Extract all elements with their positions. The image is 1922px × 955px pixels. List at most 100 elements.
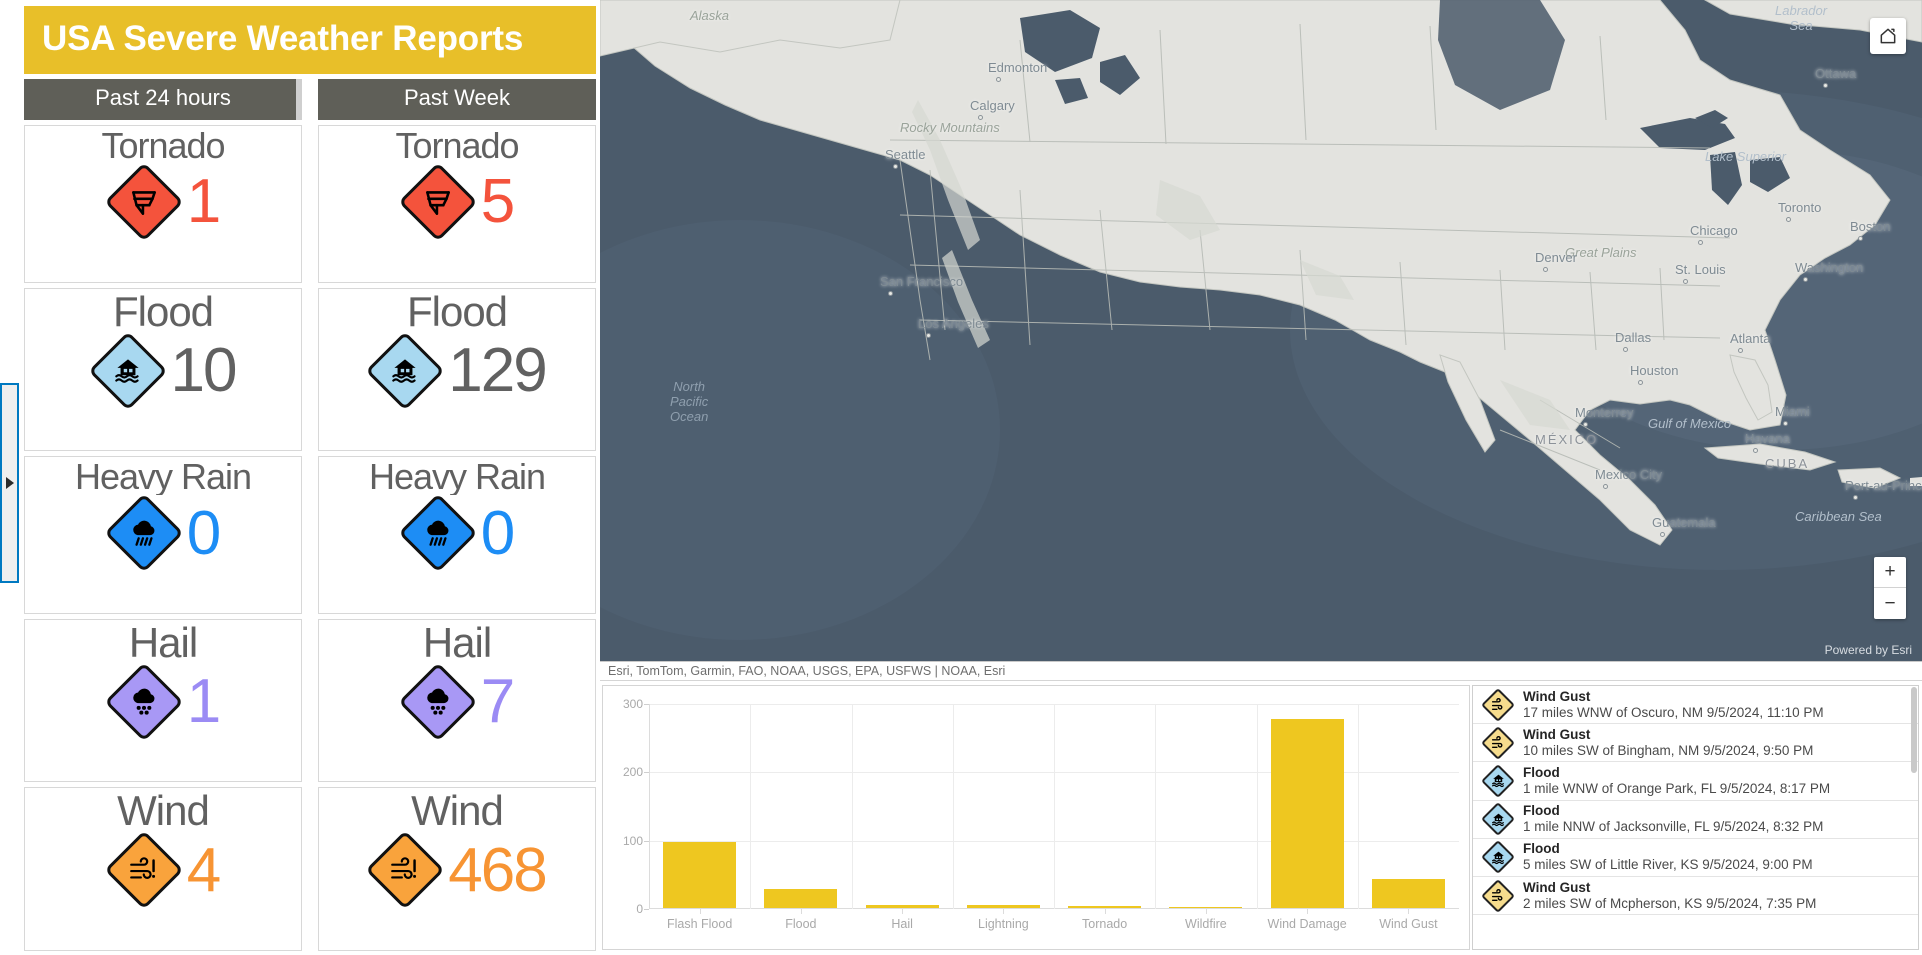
stat-card-value: 468 — [448, 835, 547, 905]
chart-gridline-vertical — [1357, 704, 1359, 909]
tab-past-24-hours[interactable]: Past 24 hours — [24, 79, 302, 120]
map-city-dot — [1786, 217, 1791, 222]
chart-bar[interactable] — [1371, 879, 1445, 908]
chart-x-tick-label: Wind Damage — [1267, 917, 1347, 931]
chart-y-tick-label: 200 — [622, 765, 643, 780]
map-city-dot — [1738, 348, 1743, 353]
stat-card-label: Tornado — [395, 128, 519, 164]
list-item-text: Wind Gust 2 miles SW of Mcpherson, KS 9/5… — [1523, 880, 1816, 912]
stat-card[interactable]: Hail 7 — [318, 618, 596, 783]
stat-card-value: 5 — [480, 167, 516, 237]
stat-card-label: Flood — [112, 290, 214, 333]
map-city-dot — [1698, 240, 1703, 245]
list-item-detail: 1 mile NNW of Jacksonville, FL 9/5/2024,… — [1523, 819, 1824, 835]
list-item-title: Wind Gust — [1523, 726, 1591, 742]
map-zoom-controls: + − — [1874, 557, 1906, 619]
stat-card[interactable]: Flood 129 — [318, 287, 596, 452]
map-column: Alaska Labrador Sea Edmonton Calgary Rocky Mo… — [600, 0, 1922, 955]
chart-gridline-vertical — [952, 704, 954, 909]
stat-card-value: 10 — [170, 336, 238, 406]
list-item-text: Wind Gust 17 miles WNW of Oscuro, NM 9/5/… — [1523, 689, 1824, 721]
chart-bar[interactable] — [865, 904, 939, 908]
stat-card-label: Flood — [406, 290, 508, 333]
chart-x-tick-label: Wildfire — [1185, 917, 1227, 931]
map-view[interactable]: Alaska Labrador Sea Edmonton Calgary Rocky Mo… — [600, 0, 1922, 662]
stat-card[interactable]: Tornado 5 — [318, 125, 596, 283]
list-item-text: Wind Gust 10 miles SW of Bingham, NM 9/5/… — [1523, 727, 1813, 759]
chart-bar[interactable] — [764, 888, 838, 908]
map-city-dot — [1853, 495, 1858, 500]
home-icon[interactable] — [1870, 18, 1906, 54]
stat-card[interactable]: Heavy Rain 0 — [318, 456, 596, 614]
stat-card-label: Tornado — [101, 128, 225, 164]
chart-x-tick-mark — [1408, 909, 1410, 914]
time-range-tabs: Past 24 hours Past Week — [24, 79, 596, 120]
map-city-dot — [1638, 380, 1643, 385]
stat-card-label: Heavy Rain — [368, 459, 546, 496]
chart-gridline-vertical — [851, 704, 853, 909]
stat-card-row: 1 — [104, 162, 221, 242]
chart-x-tick-mark — [1205, 909, 1207, 914]
map-basemap — [600, 0, 1922, 661]
panel-collapse-toggle[interactable] — [0, 383, 19, 583]
chevron-right-icon — [5, 477, 14, 489]
chart-bar[interactable] — [1270, 719, 1344, 908]
list-item-detail: 17 miles WNW of Oscuro, NM 9/5/2024, 11:… — [1523, 704, 1824, 720]
list-item[interactable]: Wind Gust 10 miles SW of Bingham, NM 9/5/… — [1473, 724, 1918, 763]
chart-bar[interactable] — [663, 841, 737, 908]
map-city-dot — [1660, 532, 1665, 537]
chart-gridline-vertical — [750, 704, 752, 909]
chart-y-tick-label: 0 — [636, 902, 643, 916]
list-item[interactable]: Flood 1 mile WNW of Orange Park, FL 9/5/2… — [1473, 762, 1918, 801]
stat-card-label: Heavy Rain — [74, 459, 252, 496]
wind-gust-icon — [1481, 687, 1515, 722]
chart-bar[interactable] — [966, 905, 1040, 908]
zoom-out-button[interactable]: − — [1874, 588, 1906, 619]
tornado-icon — [104, 162, 184, 242]
map-city-dot — [1583, 422, 1588, 427]
list-item[interactable]: Wind Gust 2 miles SW of Mcpherson, KS 9/5… — [1473, 877, 1918, 916]
heavy-rain-icon — [104, 493, 184, 573]
reports-bar-chart[interactable]: 0 100 200 300 Flash Flood Flood Hail Lightning T… — [602, 685, 1470, 950]
stat-card[interactable]: Flood 10 — [24, 287, 302, 452]
list-item-title: Wind Gust — [1523, 879, 1591, 895]
map-city-dot — [1543, 267, 1548, 272]
map-attribution: Esri, TomTom, Garmin, FAO, NOAA, USGS, E… — [600, 662, 1922, 681]
chart-bar[interactable] — [1068, 905, 1142, 908]
map-city-dot — [978, 115, 983, 120]
stat-card[interactable]: Heavy Rain 0 — [24, 456, 302, 614]
list-item-title: Flood — [1523, 841, 1560, 857]
tab-past-week[interactable]: Past Week — [318, 79, 596, 120]
list-item[interactable]: Flood 5 miles SW of Little River, KS 9/5/… — [1473, 839, 1918, 877]
map-city-dot — [1823, 83, 1828, 88]
stat-card[interactable]: Wind 4 — [24, 787, 302, 951]
reports-list[interactable]: Wind Gust 17 miles WNW of Oscuro, NM 9/5/… — [1472, 685, 1919, 950]
dashboard-root: USA Severe Weather Reports Past 24 hours… — [0, 0, 1922, 955]
wind-gust-icon — [1481, 878, 1515, 913]
zoom-in-button[interactable]: + — [1874, 557, 1906, 588]
list-item-detail: 5 miles SW of Little River, KS 9/5/2024,… — [1523, 857, 1813, 873]
chart-x-tick-mark — [1104, 909, 1106, 914]
stat-card[interactable]: Hail 1 — [24, 618, 302, 783]
stat-card[interactable]: Wind 468 — [318, 787, 596, 951]
stat-card-grid: Tornado 1 Tornado 5 Flood 10 Flood 129 Heavy Rai… — [24, 125, 596, 951]
stat-card-label: Wind — [117, 790, 210, 833]
list-item[interactable]: Wind Gust 17 miles WNW of Oscuro, NM 9/5/… — [1473, 686, 1918, 725]
stat-card-row: 468 — [365, 830, 548, 910]
list-scrollbar-thumb[interactable] — [1911, 687, 1917, 773]
stat-card-value: 4 — [186, 835, 222, 905]
list-item[interactable]: Flood 1 mile NNW of Jacksonville, FL 9/5/… — [1473, 801, 1918, 839]
flood-icon — [1481, 802, 1515, 837]
chart-plot-area: 0 100 200 300 Flash Flood Flood Hail Lightning T… — [623, 697, 1459, 931]
stat-card-row: 129 — [365, 330, 548, 411]
map-city-dot — [1783, 421, 1788, 426]
chart-y-tick-label: 300 — [622, 697, 643, 711]
stat-card-row: 4 — [104, 830, 222, 910]
chart-gridline-vertical — [1054, 704, 1055, 909]
list-item-detail: 10 miles SW of Bingham, NM 9/5/2024, 9:5… — [1523, 742, 1814, 758]
left-panel: USA Severe Weather Reports Past 24 hours… — [0, 0, 600, 955]
chart-bar[interactable] — [1169, 906, 1243, 908]
stat-card[interactable]: Tornado 1 — [24, 125, 302, 283]
map-city-dot — [1623, 347, 1628, 352]
reports-list-items: Wind Gust 17 miles WNW of Oscuro, NM 9/5/… — [1473, 686, 1918, 916]
